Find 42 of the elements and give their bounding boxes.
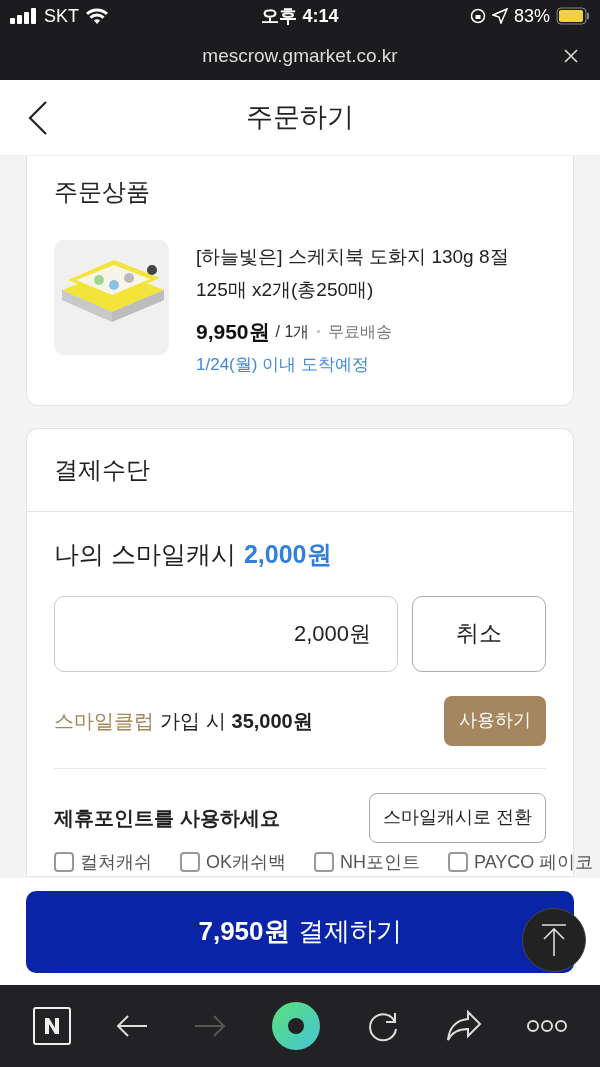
clock-text: 오후 4:14	[261, 4, 339, 28]
location-icon	[491, 8, 508, 24]
back-arrow-icon[interactable]	[116, 1014, 149, 1038]
partner-logo-icon	[54, 852, 74, 872]
close-icon[interactable]	[564, 49, 578, 63]
convert-button[interactable]: 스마일캐시로 전환	[369, 792, 546, 843]
share-icon[interactable]	[445, 1010, 482, 1042]
more-icon[interactable]	[527, 1019, 568, 1033]
partner-logo-icon	[314, 852, 334, 872]
cancel-button[interactable]: 취소	[412, 595, 546, 672]
club-amount: 35,000원	[231, 708, 313, 734]
section-title: 주문상품	[54, 177, 151, 207]
battery-text: 83%	[513, 4, 550, 28]
partner-points-title: 제휴포인트를 사용하세요	[54, 805, 280, 831]
partner-option[interactable]: PAYCO 페이코	[474, 848, 594, 876]
ring-app-icon[interactable]	[270, 1001, 321, 1051]
signal-icon	[10, 8, 38, 24]
shipping-text: 무료배송	[328, 321, 393, 342]
page-title: 주문하기	[246, 101, 354, 135]
delivery-date: 1/24(월) 이내 도착예정	[196, 353, 370, 376]
partner-option[interactable]: NH포인트	[340, 848, 420, 876]
quantity-text: / 1개	[275, 321, 310, 342]
club-join-text: 가입 시	[160, 708, 226, 734]
forward-arrow-icon	[193, 1014, 226, 1038]
battery-icon	[556, 7, 590, 25]
cash-amount-field[interactable]: 2,000원	[54, 595, 398, 672]
carrier-text: SKT	[44, 4, 79, 28]
smile-cash-label: 나의 스마일캐시	[54, 539, 236, 570]
partner-logo-icon	[180, 852, 200, 872]
product-name: [하늘빛은] 스케치북 도화지 130g 8절 125매 x2개(총250매)	[196, 245, 510, 302]
url-text: mescrow.gmarket.co.kr	[202, 43, 398, 68]
wifi-icon	[85, 7, 109, 25]
smile-cash-amount: 2,000원	[243, 539, 332, 570]
partner-logo-icon	[448, 852, 468, 872]
partner-option[interactable]: 컬쳐캐쉬	[80, 848, 152, 876]
section-title: 결제수단	[54, 455, 150, 485]
back-icon[interactable]	[28, 100, 48, 135]
product-price: 9,950원	[196, 319, 270, 345]
partner-option[interactable]: OK캐쉬백	[206, 848, 286, 876]
arrow-up-icon	[541, 924, 567, 956]
checkout-button[interactable]: 7,950원 결제하기	[26, 890, 574, 973]
rotation-lock-icon	[469, 8, 486, 24]
